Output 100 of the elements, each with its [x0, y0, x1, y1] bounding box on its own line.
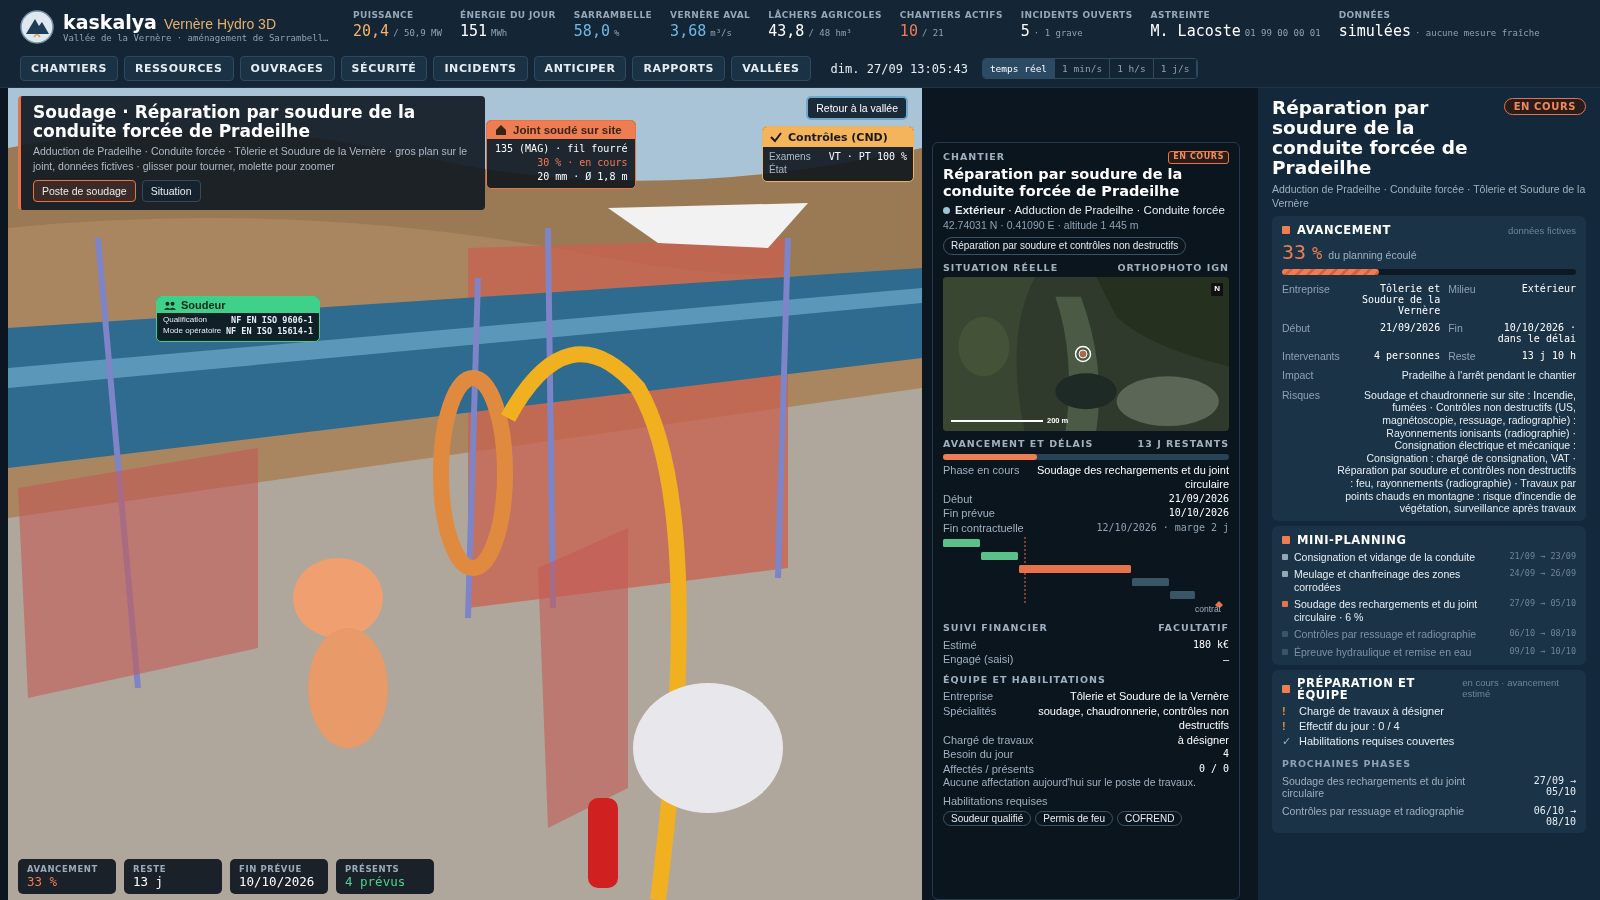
welder-label-key: Mode opératoire — [163, 326, 222, 338]
kpi-label: SARRAMBELLE — [573, 10, 653, 20]
kpi-label: LÂCHERS AGRICOLES — [768, 10, 882, 20]
contract-label: contrat — [1195, 603, 1221, 616]
field-value: à désigner — [1177, 732, 1229, 748]
section-marker-icon — [1282, 535, 1290, 544]
card-heading: MINI-PLANNING — [1297, 532, 1407, 547]
phase-dates: 27/09 → 05/10 — [1509, 598, 1576, 609]
nav-tab[interactable]: OUVRAGES — [239, 56, 335, 81]
product-name: Vernère Hydro 3D — [163, 16, 276, 32]
fact-value: Pradeilhe à l'arrêt pendant le chantier — [1401, 369, 1576, 382]
field-label: Début — [943, 491, 973, 507]
card-note: en cours · avancement estimé — [1462, 676, 1560, 700]
fact-value: 13 j 10 h — [1520, 350, 1576, 362]
stat-value: 10/10/2026 — [239, 874, 316, 889]
phase-name: Soudage des rechargements et du joint circulaire — [1282, 774, 1467, 799]
field-value: 4 — [1222, 747, 1229, 761]
section-heading: AVANCEMENT ET DÉLAIS — [943, 438, 1094, 451]
nav-tab[interactable]: RAPPORTS — [632, 56, 726, 81]
stat-value: 33 % — [27, 874, 59, 889]
kpi-label: ÉNERGIE DU JOUR — [459, 10, 556, 20]
percent-unit: % — [1312, 243, 1323, 264]
phase-name: Contrôles par ressuage et radiographie — [1294, 628, 1478, 642]
welder-label-value: NF EN ISO 9606-1 — [231, 315, 313, 327]
section-heading: SUIVI FINANCIER — [943, 622, 1048, 635]
control-label-title: Contrôles (CND) — [788, 130, 888, 144]
check-item: Chargé de travaux à désigner — [1299, 704, 1444, 717]
phase-dates: 21/09 → 23/09 — [1509, 550, 1576, 561]
phase-dates: 27/09 → 05/10 — [1532, 774, 1576, 799]
status-mark: ! — [1282, 704, 1287, 717]
kpi-unit: · 1 grave — [1033, 28, 1083, 38]
site-coordinates: 42.74031 N · 0.41090 E · altitude 1 445 m — [943, 218, 1140, 233]
field-value: 21/09/2026 — [1168, 491, 1229, 505]
nav-tab[interactable]: VALLÉES — [731, 56, 811, 81]
fact-label: Risques — [1282, 388, 1320, 403]
kpi-value: 10 — [899, 22, 918, 40]
location-dot-icon — [943, 207, 950, 215]
welder-label-title: Soudeur — [181, 299, 226, 311]
view-button[interactable]: Situation — [141, 180, 201, 203]
north-indicator: N — [1211, 283, 1223, 296]
return-button[interactable]: Retour à la vallée — [806, 96, 908, 120]
kpi-value: 3,68 — [670, 22, 707, 40]
nav-tab[interactable]: RESSOURCES — [123, 56, 234, 81]
phase-dates: 09/10 → 10/10 — [1509, 645, 1576, 656]
mountain-logo-icon — [20, 10, 54, 44]
progress-caption: du planning écoulé — [1328, 249, 1417, 262]
nav-tab[interactable]: CHANTIERS — [20, 56, 118, 81]
kpi-label: DONNÉES — [1338, 10, 1392, 20]
fact-value: Tôlerie et Soudure de la Vernère — [1360, 283, 1441, 317]
status-mark: ✓ — [1282, 734, 1290, 748]
fact-value: Soudage et chaudronnerie sur site : Incendie, fumées · Contrôles non destructifs (US, magnétoscopie, ressuage, radiographie) : Rayonnements ionisants (radiographie) · Consignation électrique et mécanique : Consignation : chargé de consignation, VAT · Réparation par soudure et contrôles non destructifs : feu, rayonnements (radiographie) · Travaux par points chauds en montagne : risque d'incendie de végétation, surveillance après travaux — [1336, 388, 1576, 515]
location-marker-icon — [1074, 345, 1092, 364]
phase-dates: 06/10 → 08/10 — [1532, 804, 1576, 827]
assignment-note: Aucune affectation aujourd'hui sur le poste de travaux. — [943, 776, 1197, 791]
field-value: – — [1222, 652, 1229, 667]
house-icon — [495, 124, 507, 136]
kpi-value: simulées — [1338, 22, 1411, 40]
kpi-label: ASTREINTE — [1150, 10, 1211, 20]
phase-dates: 06/10 → 08/10 — [1509, 628, 1576, 639]
fact-label: Fin — [1448, 322, 1464, 335]
status-mark: ! — [1282, 719, 1287, 732]
kpi-unit: MWh — [491, 28, 508, 38]
kpi-unit: % — [613, 28, 620, 38]
stat-label: PRÉSENTS — [345, 864, 401, 874]
field-value: 0 / 0 — [1198, 761, 1229, 776]
progress-percent: 33 — [1282, 240, 1307, 265]
section-heading: ÉQUIPE ET HABILITATIONS — [943, 673, 1106, 687]
scene-title: Soudage · Réparation par soudure de la conduite forcée de Pradeilhe — [33, 103, 417, 142]
kpi-label: PUISSANCE — [353, 10, 415, 20]
people-icon — [164, 300, 176, 310]
stat-value: 4 prévus — [345, 874, 407, 889]
fact-value: 10/10/2026 · dans le délai — [1496, 322, 1576, 345]
kpi-value: 43,8 — [768, 22, 805, 40]
stat-label: AVANCEMENT — [27, 864, 99, 874]
speed-option[interactable]: temps réel — [982, 59, 1056, 78]
nav-tab[interactable]: SÉCURITÉ — [340, 56, 428, 81]
kpi-unit: 01 99 00 00 01 — [1244, 28, 1321, 38]
nav-tab[interactable]: INCIDENTS — [433, 56, 528, 81]
kpi-value: 151 — [459, 22, 487, 40]
app-subtitle: Vallée de la Vernère · aménagement de Sarrambell… — [63, 33, 329, 43]
nav-tab[interactable]: ANTICIPER — [533, 56, 627, 81]
field-value: Soudage des rechargements et du joint circulaire — [1035, 462, 1229, 492]
stat-label: FIN PRÉVUE — [239, 864, 303, 874]
field-label: Habilitations requises — [943, 794, 1049, 809]
field-label: Affectés / présents — [943, 761, 1034, 777]
kpi-unit: / 48 hm³ — [808, 28, 852, 38]
field-label: Fin prévue — [943, 506, 995, 521]
view-button[interactable]: Poste de soudage — [33, 180, 136, 203]
field-label: Fin contractuelle — [943, 520, 1024, 536]
section-marker-icon — [1282, 685, 1290, 694]
kpi-unit: / 21 — [921, 28, 944, 38]
card-note: données fictives — [1507, 224, 1576, 236]
fact-label: Impact — [1282, 369, 1314, 382]
field-label: Engagé (saisi) — [943, 652, 1014, 667]
checkmark-icon — [769, 130, 783, 144]
field-value: 180 k€ — [1192, 637, 1229, 651]
field-value: Tôlerie et Soudure de la Vernère — [1070, 689, 1229, 704]
weld-label-title: Joint soudé sur site — [513, 124, 622, 136]
map-source: ORTHOPHOTO IGN — [1117, 261, 1229, 275]
kpi-label: CHANTIERS ACTIFS — [899, 10, 1003, 20]
